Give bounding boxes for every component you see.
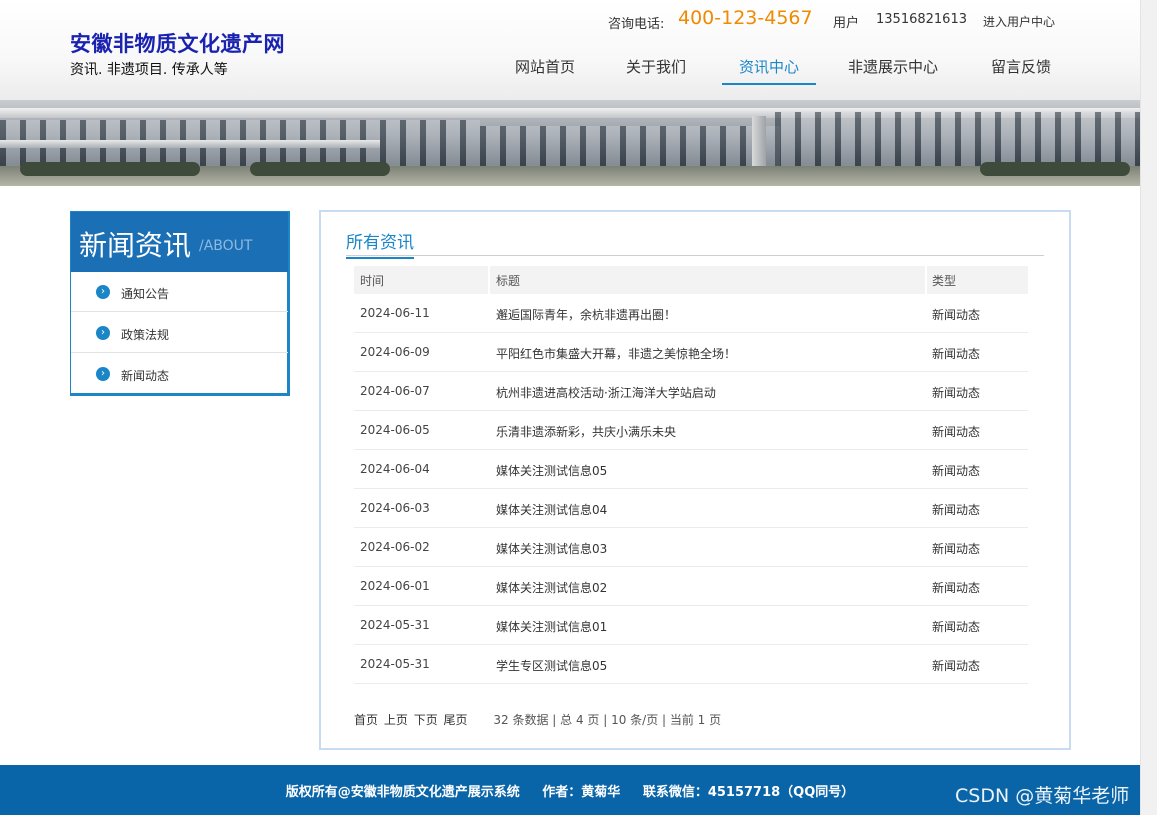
- row-title-link[interactable]: 乐清非遗添新彩，共庆小满乐未央: [496, 423, 676, 440]
- table-row: 2024-05-31 媒体关注测试信息01 新闻动态: [354, 606, 1028, 645]
- row-title-link[interactable]: 学生专区测试信息05: [496, 657, 607, 674]
- nav-feedback[interactable]: 留言反馈: [991, 56, 1051, 86]
- pagination: 首页 上页 下页 尾页 32 条数据 | 总 4 页 | 10 条/页 | 当前…: [354, 711, 721, 728]
- site-title[interactable]: 安徽非物质文化遗产网: [70, 28, 285, 58]
- table-row: 2024-06-09 平阳红色市集盛大开幕，非遗之美惊艳全场！ 新闻动态: [354, 333, 1028, 372]
- row-type: 新闻动态: [932, 386, 981, 400]
- pagination-info: 32 条数据 | 总 4 页 | 10 条/页 | 当前 1 页: [493, 713, 722, 727]
- site-subtitle: 资讯. 非遗项目. 传承人等: [70, 62, 228, 78]
- footer-author: 作者：黄菊华: [542, 785, 621, 800]
- site-header: 安徽非物质文化遗产网 资讯. 非遗项目. 传承人等 咨询电话: 400-123-…: [0, 0, 1140, 100]
- row-type: 新闻动态: [932, 347, 981, 361]
- next-page-link[interactable]: 下页: [414, 713, 438, 727]
- chevron-right-icon: ›: [96, 285, 110, 299]
- row-date: 2024-06-04: [360, 462, 430, 476]
- column-header-type: 类型: [932, 274, 957, 288]
- row-type: 新闻动态: [932, 425, 981, 439]
- chevron-right-icon: ›: [96, 326, 110, 340]
- news-list-panel: 所有资讯 时间 标题 类型 2024-06-11 邂逅国际青年，余杭非遗再出圈！…: [319, 210, 1071, 750]
- row-title-link[interactable]: 平阳红色市集盛大开幕，非遗之美惊艳全场！: [496, 345, 736, 362]
- nav-home[interactable]: 网站首页: [515, 56, 575, 86]
- user-center-link[interactable]: 进入用户中心: [983, 13, 1055, 30]
- column-divider: [925, 266, 927, 294]
- table-row: 2024-05-31 学生专区测试信息05 新闻动态: [354, 645, 1028, 684]
- hotline-label: 咨询电话:: [608, 17, 665, 32]
- chevron-right-icon: ›: [96, 367, 110, 381]
- sidebar-item-label: 通知公告: [121, 287, 170, 301]
- row-date: 2024-06-02: [360, 540, 430, 554]
- row-date: 2024-05-31: [360, 618, 430, 632]
- hotline-number: 400-123-4567: [678, 7, 813, 29]
- first-page-link[interactable]: 首页: [354, 713, 378, 727]
- banner-canopy: [0, 140, 380, 148]
- footer-contact: 联系微信：45157718（QQ同号）: [642, 785, 855, 800]
- sidebar-item-notices[interactable]: › 通知公告: [71, 272, 288, 312]
- nav-heritage-showcase[interactable]: 非遗展示中心: [848, 56, 938, 86]
- banner-image: [0, 100, 1140, 186]
- row-type: 新闻动态: [932, 542, 981, 556]
- sidebar-header: 新闻资讯 /ABOUT: [71, 212, 288, 272]
- table-row: 2024-06-07 杭州非遗进高校活动·浙江海洋大学站启动 新闻动态: [354, 372, 1028, 411]
- row-title-link[interactable]: 邂逅国际青年，余杭非遗再出圈！: [496, 306, 676, 323]
- row-title-link[interactable]: 媒体关注测试信息01: [496, 618, 607, 635]
- sidebar-item-label: 新闻动态: [121, 369, 170, 383]
- last-page-link[interactable]: 尾页: [444, 713, 468, 727]
- row-title-link[interactable]: 媒体关注测试信息02: [496, 579, 607, 596]
- column-header-title: 标题: [496, 274, 521, 288]
- row-title-link[interactable]: 杭州非遗进高校活动·浙江海洋大学站启动: [496, 384, 716, 401]
- prev-page-link[interactable]: 上页: [384, 713, 408, 727]
- nav-about[interactable]: 关于我们: [626, 56, 686, 86]
- column-divider: [488, 266, 490, 294]
- row-type: 新闻动态: [932, 503, 981, 517]
- user-label: 用户: [833, 16, 860, 31]
- row-type: 新闻动态: [932, 620, 981, 634]
- row-date: 2024-06-11: [360, 306, 430, 320]
- banner-trees: [20, 162, 200, 176]
- banner-trees: [980, 162, 1130, 176]
- panel-divider: [346, 255, 1044, 256]
- row-type: 新闻动态: [932, 464, 981, 478]
- table-row: 2024-06-04 媒体关注测试信息05 新闻动态: [354, 450, 1028, 489]
- sidebar-title: 新闻资讯: [79, 229, 192, 262]
- row-type: 新闻动态: [932, 659, 981, 673]
- table-row: 2024-06-02 媒体关注测试信息03 新闻动态: [354, 528, 1028, 567]
- footer-copyright: 版权所有@安徽非物质文化遗产展示系统: [285, 785, 520, 800]
- csdn-watermark: CSDN @黄菊华老师: [955, 785, 1130, 807]
- page: 安徽非物质文化遗产网 资讯. 非遗项目. 传承人等 咨询电话: 400-123-…: [0, 0, 1140, 815]
- row-date: 2024-05-31: [360, 657, 430, 671]
- row-date: 2024-06-03: [360, 501, 430, 515]
- row-type: 新闻动态: [932, 308, 981, 322]
- table-row: 2024-06-03 媒体关注测试信息04 新闻动态: [354, 489, 1028, 528]
- nav-news-center[interactable]: 资讯中心: [722, 56, 816, 85]
- vertical-scrollbar[interactable]: [1140, 0, 1157, 815]
- row-date: 2024-06-07: [360, 384, 430, 398]
- sidebar-item-label: 政策法规: [121, 328, 170, 342]
- sidebar: 新闻资讯 /ABOUT › 通知公告 › 政策法规 › 新闻动态: [70, 211, 290, 396]
- row-title-link[interactable]: 媒体关注测试信息03: [496, 540, 607, 557]
- sidebar-item-news[interactable]: › 新闻动态: [71, 354, 288, 394]
- table-row: 2024-06-05 乐清非遗添新彩，共庆小满乐未央 新闻动态: [354, 411, 1028, 450]
- row-date: 2024-06-01: [360, 579, 430, 593]
- user-phone: 13516821613: [876, 12, 967, 27]
- row-date: 2024-06-05: [360, 423, 430, 437]
- sidebar-item-policies[interactable]: › 政策法规: [71, 313, 288, 353]
- table-row: 2024-06-01 媒体关注测试信息02 新闻动态: [354, 567, 1028, 606]
- sidebar-title-en: /ABOUT: [199, 238, 253, 254]
- row-date: 2024-06-09: [360, 345, 430, 359]
- row-title-link[interactable]: 媒体关注测试信息04: [496, 501, 607, 518]
- row-type: 新闻动态: [932, 581, 981, 595]
- row-title-link[interactable]: 媒体关注测试信息05: [496, 462, 607, 479]
- column-header-date: 时间: [360, 274, 385, 288]
- table-header: 时间 标题 类型: [354, 266, 1028, 294]
- banner-trees: [250, 162, 390, 176]
- table-row: 2024-06-11 邂逅国际青年，余杭非遗再出圈！ 新闻动态: [354, 294, 1028, 333]
- banner-pillar: [752, 116, 766, 172]
